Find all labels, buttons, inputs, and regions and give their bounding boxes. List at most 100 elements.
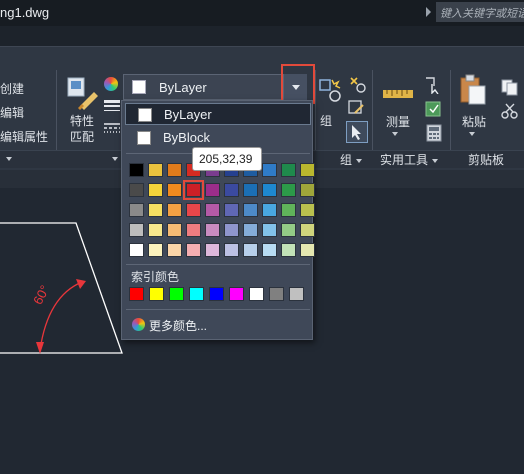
measure-label[interactable]: 测量 (386, 113, 410, 130)
byblock-label: ByBlock (163, 130, 210, 145)
group-label: 组 (320, 114, 333, 128)
group-edit-icon[interactable] (347, 99, 367, 117)
search-expand-icon[interactable] (426, 7, 431, 17)
index-color-swatch[interactable] (189, 287, 204, 301)
color-swatch[interactable] (129, 203, 144, 217)
groups-panel-title[interactable]: 组 (340, 151, 363, 168)
linetype-icon[interactable] (104, 121, 120, 135)
select-all-icon[interactable] (424, 100, 444, 118)
index-color-swatch[interactable] (249, 287, 264, 301)
color-swatch[interactable] (224, 223, 239, 237)
ungroup-icon[interactable] (347, 76, 367, 94)
color-swatch[interactable] (300, 163, 315, 177)
match-properties-label-1: 特性 (70, 114, 95, 128)
color-swatch[interactable] (167, 163, 182, 177)
utilities-panel-title[interactable]: 实用工具 (380, 151, 439, 168)
index-color-swatch[interactable] (169, 287, 184, 301)
color-swatch[interactable] (243, 203, 258, 217)
color-swatch[interactable] (262, 163, 277, 177)
copy-icon[interactable] (500, 78, 520, 96)
color-swatch[interactable] (186, 203, 201, 217)
calculator-icon[interactable] (426, 124, 442, 142)
color-swatch[interactable] (167, 183, 182, 197)
color-swatch[interactable] (205, 243, 220, 257)
cut-icon[interactable] (500, 102, 520, 120)
color-swatch[interactable] (167, 223, 182, 237)
match-properties-icon[interactable] (66, 76, 100, 110)
color-swatch[interactable] (167, 203, 182, 217)
color-wheel-icon (132, 318, 145, 331)
bylayer-swatch (138, 108, 152, 122)
index-color-swatch[interactable] (269, 287, 284, 301)
color-swatch[interactable] (186, 243, 201, 257)
index-color-swatch[interactable] (129, 287, 144, 301)
block-edit-attributes-button[interactable]: 编辑属性 (0, 128, 48, 145)
color-swatch[interactable] (129, 183, 144, 197)
dropdown-item-byblock[interactable]: ByBlock (125, 127, 311, 149)
color-swatch[interactable] (243, 243, 258, 257)
color-swatch[interactable] (186, 223, 201, 237)
color-swatch[interactable] (243, 183, 258, 197)
color-swatch[interactable] (224, 243, 239, 257)
color-swatch[interactable] (148, 163, 163, 177)
dropdown-separator (126, 264, 310, 265)
clipboard-panel-title: 剪贴板 (468, 153, 505, 167)
color-swatch[interactable] (129, 223, 144, 237)
color-swatch[interactable] (183, 180, 204, 200)
block-edit-button[interactable]: 编辑 (0, 104, 24, 121)
color-swatch[interactable] (148, 183, 163, 197)
paste-label[interactable]: 粘贴 (462, 113, 486, 130)
measure-ruler-icon[interactable] (382, 84, 414, 106)
group-selection-toggle[interactable] (346, 121, 368, 143)
properties-panel-expand-icon[interactable] (112, 157, 118, 161)
color-swatch[interactable] (224, 183, 239, 197)
color-swatch[interactable] (300, 203, 315, 217)
color-swatch[interactable] (262, 223, 277, 237)
index-color-swatch[interactable] (229, 287, 244, 301)
color-swatch[interactable] (281, 203, 296, 217)
color-swatch[interactable] (281, 243, 296, 257)
search-input[interactable]: 键入关键字或短语 (436, 2, 524, 22)
color-swatch[interactable] (300, 183, 315, 197)
color-swatch[interactable] (300, 223, 315, 237)
color-swatch[interactable] (148, 243, 163, 257)
lineweight-icon[interactable] (104, 99, 120, 113)
measure-dropdown-icon[interactable] (392, 132, 398, 136)
group-icon[interactable] (318, 78, 344, 104)
color-swatch[interactable] (262, 183, 277, 197)
color-swatch[interactable] (281, 163, 296, 177)
color-swatch[interactable] (148, 223, 163, 237)
cursor-select-icon (352, 125, 361, 140)
groups-panel-label: 组 (340, 153, 353, 167)
dropdown-item-bylayer[interactable]: ByLayer (125, 103, 311, 125)
index-colors-label: 索引颜色 (131, 270, 180, 284)
index-color-swatch[interactable] (209, 287, 224, 301)
quick-select-icon[interactable] (424, 76, 444, 94)
color-swatch[interactable] (205, 203, 220, 217)
color-combo-box[interactable]: ByLayer (123, 74, 307, 100)
byblock-swatch (137, 131, 151, 145)
color-swatch[interactable] (281, 183, 296, 197)
paste-clipboard-icon[interactable] (458, 74, 488, 106)
autocad-window: ng1.dwg 键入关键字或短语 创建 编辑 编辑属性 特性 匹配 ByLaye… (0, 0, 524, 474)
utilities-expand-icon (432, 158, 439, 163)
color-swatch[interactable] (262, 203, 277, 217)
color-swatch[interactable] (262, 243, 277, 257)
color-swatch[interactable] (205, 183, 220, 197)
index-color-swatch[interactable] (289, 287, 304, 301)
more-colors-label: 更多颜色... (149, 319, 208, 333)
color-swatch[interactable] (281, 223, 296, 237)
color-swatch[interactable] (167, 243, 182, 257)
block-create-button[interactable]: 创建 (0, 80, 24, 97)
color-swatch[interactable] (129, 243, 144, 257)
color-swatch[interactable] (205, 223, 220, 237)
color-swatch[interactable] (224, 203, 239, 217)
paste-dropdown-icon[interactable] (469, 132, 475, 136)
color-swatch[interactable] (129, 163, 144, 177)
color-swatch[interactable] (243, 223, 258, 237)
color-swatch[interactable] (148, 203, 163, 217)
color-swatch[interactable] (300, 243, 315, 257)
index-color-swatch[interactable] (149, 287, 164, 301)
block-panel-expand-icon[interactable] (6, 157, 12, 161)
color-wheel-icon[interactable] (104, 77, 118, 91)
